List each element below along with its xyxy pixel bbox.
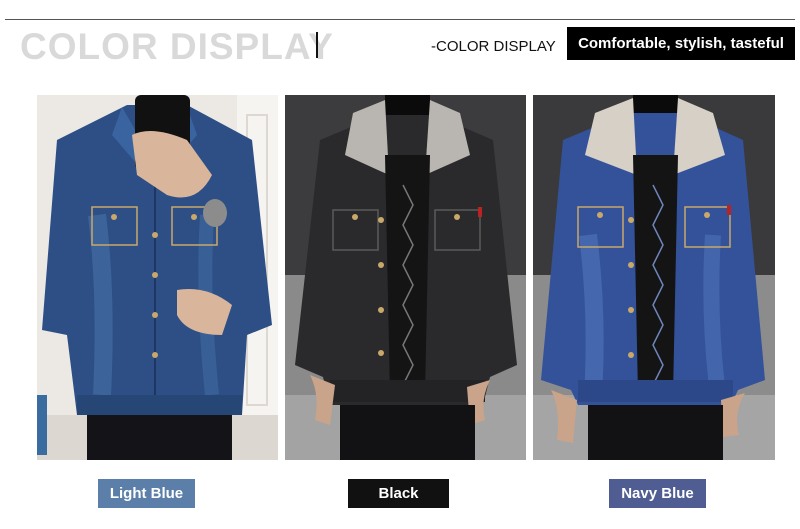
product-photo-black[interactable] — [285, 95, 526, 460]
title-separator — [316, 32, 318, 58]
header-divider — [5, 19, 795, 20]
tagline-banner: Comfortable, stylish, tasteful — [567, 27, 795, 60]
product-photo-navy-blue[interactable] — [533, 95, 775, 460]
section-subtitle: -COLOR DISPLAY — [431, 38, 556, 55]
color-label-black[interactable]: Black — [348, 479, 449, 508]
page-title: COLOR DISPLAY — [20, 26, 334, 67]
product-photo-light-blue[interactable] — [37, 95, 278, 460]
color-label-light-blue[interactable]: Light Blue — [98, 479, 195, 508]
color-label-navy-blue[interactable]: Navy Blue — [609, 479, 706, 508]
